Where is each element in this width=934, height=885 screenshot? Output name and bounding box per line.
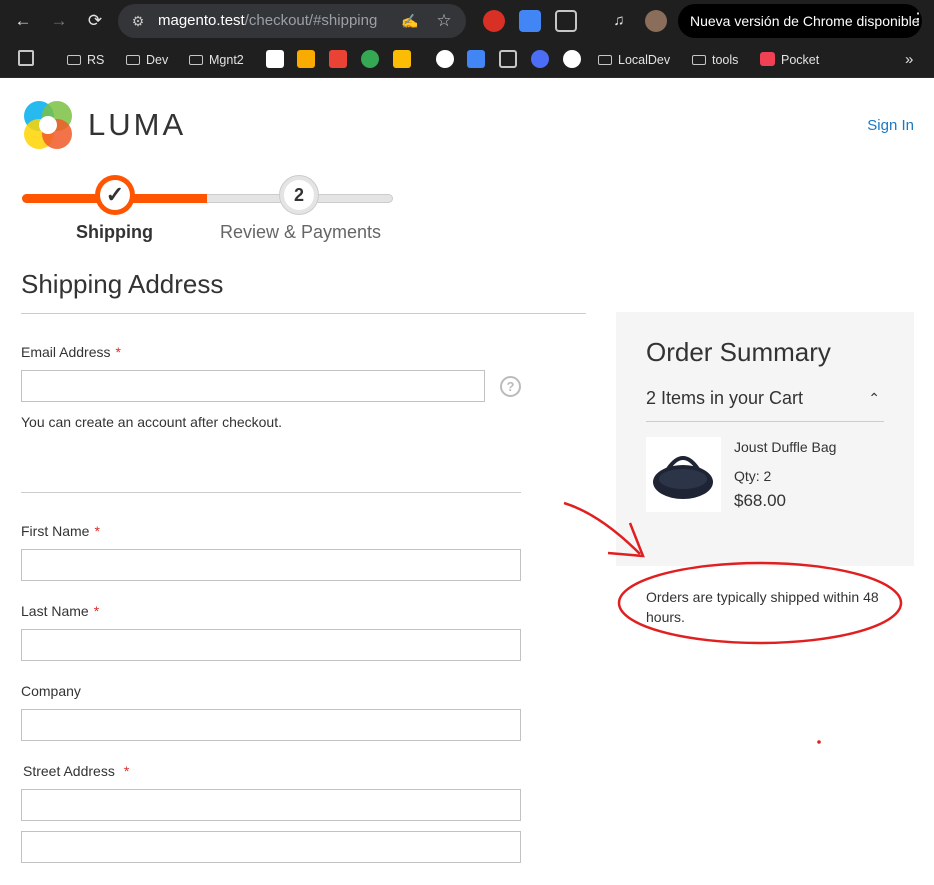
menu-kebab-icon[interactable]: ⋮ (910, 4, 926, 38)
reload-icon[interactable]: ⟳ (84, 10, 106, 32)
product-name: Joust Duffle Bag (734, 439, 837, 455)
divider (21, 313, 586, 314)
bookmark-folder-localdev[interactable]: LocalDev (598, 50, 670, 70)
notion-icon[interactable] (266, 50, 284, 68)
last-name-label: Last Name * (21, 603, 100, 619)
chevron-up-icon[interactable]: ⌃ (868, 390, 880, 407)
text-tool-icon[interactable] (499, 50, 517, 68)
back-icon[interactable]: ← (12, 10, 34, 32)
step-shipping-marker: ✓ (95, 175, 135, 215)
translate-icon[interactable]: ✍ (400, 11, 420, 31)
step-number: 2 (284, 180, 314, 210)
forward-icon[interactable]: → (48, 10, 70, 32)
chrome-update-button[interactable]: Nueva versión de Chrome disponible ⋮ (678, 4, 926, 38)
bookmarks-bar: RS Dev Mgnt2 LocalDev tools Pocket » (0, 42, 934, 78)
media-queue-icon[interactable]: ♫ (608, 10, 630, 32)
email-label: Email Address * (21, 344, 121, 360)
apps-grid-icon[interactable] (18, 50, 34, 66)
bookmark-folder-mgnt2[interactable]: Mgnt2 (189, 50, 244, 70)
shipping-address-title: Shipping Address (21, 269, 224, 299)
profile-avatar[interactable] (645, 10, 667, 32)
bookmark-folder-tools[interactable]: tools (692, 50, 738, 70)
openai-icon[interactable] (563, 50, 581, 68)
email-note: You can create an account after checkout… (21, 414, 282, 430)
folder-icon (67, 55, 81, 65)
annotation-dot (817, 740, 821, 744)
bookmark-pocket[interactable]: Pocket (760, 50, 819, 70)
first-name-label: First Name * (21, 523, 100, 539)
logo-text[interactable]: LUMA (88, 107, 186, 143)
divider (21, 492, 521, 493)
extension-translate-icon[interactable] (519, 10, 541, 32)
more-bookmarks-icon[interactable]: » (905, 50, 913, 70)
product-thumbnail[interactable] (646, 437, 721, 512)
order-summary-title: Order Summary (646, 337, 831, 367)
checkmark-icon: ✓ (100, 180, 130, 210)
site-settings-icon[interactable]: ⚙ (128, 11, 148, 31)
gmail-icon[interactable] (329, 50, 347, 68)
company-label: Company (21, 683, 81, 699)
extension-stop-icon[interactable] (483, 10, 505, 32)
address-bar[interactable]: ⚙ magento.test/checkout/#shipping ✍ ☆ (118, 4, 466, 38)
sign-in-link[interactable]: Sign In (867, 117, 914, 134)
step-review-marker[interactable]: 2 (279, 175, 319, 215)
google-translate-icon[interactable] (467, 50, 485, 68)
product-qty: Qty: 2 (734, 468, 772, 484)
folder-icon (598, 55, 612, 65)
product-price: $68.00 (734, 491, 786, 510)
browser-toolbar: ← → ⟳ ⚙ magento.test/checkout/#shipping … (0, 0, 934, 42)
street-line-1-field[interactable] (21, 789, 521, 821)
folder-icon (692, 55, 706, 65)
street-line-2-field[interactable] (21, 831, 521, 863)
step-shipping-label: Shipping (76, 222, 153, 242)
keep-icon[interactable] (297, 50, 315, 68)
compass-icon[interactable] (531, 50, 549, 68)
shipping-time-note: Orders are typically shipped within 48 h… (646, 589, 879, 625)
folder-icon (189, 55, 203, 65)
folder-icon (126, 55, 140, 65)
step-review-label[interactable]: Review & Payments (220, 222, 381, 243)
checkout-page: LUMA Sign In ✓ 2 Shipping Review & Payme… (0, 79, 934, 885)
cart-items-count: 2 Items in your Cart (646, 388, 804, 408)
bookmark-folder-dev[interactable]: Dev (126, 50, 168, 70)
extensions-puzzle-icon[interactable] (555, 10, 577, 32)
first-name-field[interactable] (21, 549, 521, 581)
help-tooltip-icon[interactable]: ? (500, 376, 521, 397)
order-summary: Order Summary 2 Items in your Cart ⌃ Jou… (616, 312, 914, 566)
photos-icon[interactable] (361, 50, 379, 68)
last-name-field[interactable] (21, 629, 521, 661)
url-text: magento.test/checkout/#shipping (158, 12, 378, 29)
company-field[interactable] (21, 709, 521, 741)
email-field[interactable] (21, 370, 485, 402)
bookmark-star-icon[interactable]: ☆ (434, 11, 454, 31)
google-icon[interactable] (436, 50, 454, 68)
drive-icon[interactable] (393, 50, 411, 68)
pocket-icon (760, 52, 775, 66)
luma-logo-icon[interactable] (22, 99, 74, 151)
bookmark-folder-rs[interactable]: RS (67, 50, 104, 70)
cart-items-toggle[interactable]: 2 Items in your Cart ⌃ (646, 388, 884, 422)
street-address-label: Street Address * (23, 763, 130, 779)
